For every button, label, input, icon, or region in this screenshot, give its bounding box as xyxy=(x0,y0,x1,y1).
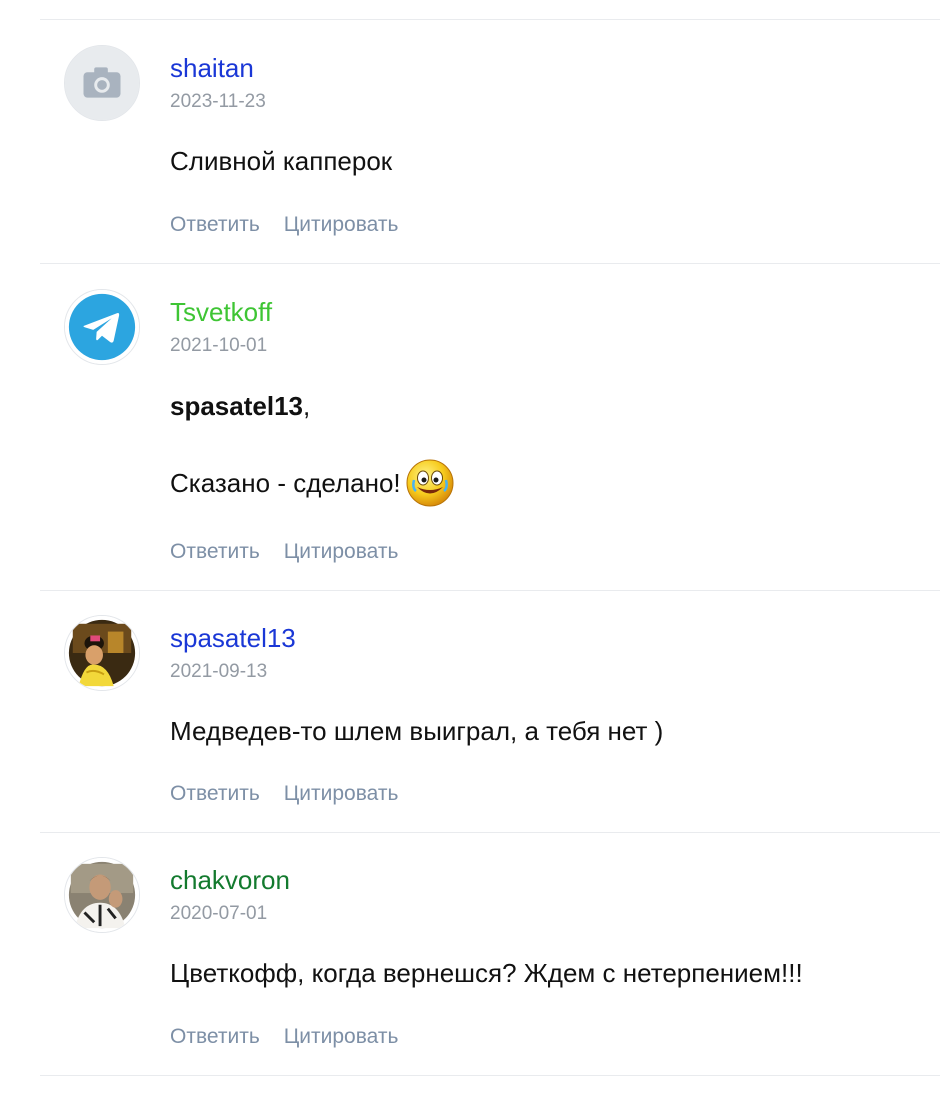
telegram-icon xyxy=(65,290,139,364)
user-photo-avatar xyxy=(65,858,139,932)
mention-suffix: , xyxy=(302,391,311,421)
author-link[interactable]: chakvoron xyxy=(170,865,290,895)
comments-list: shaitan 2023-11-23 Сливной капперок Отве… xyxy=(0,0,940,1093)
reply-button[interactable]: Ответить xyxy=(170,781,260,807)
quote-button[interactable]: Цитировать xyxy=(284,781,399,807)
quote-button[interactable]: Цитировать xyxy=(284,212,399,238)
reply-button[interactable]: Ответить xyxy=(170,1024,260,1050)
comment-date: 2023-11-23 xyxy=(170,91,266,112)
mention-username[interactable]: spasatel13 xyxy=(170,391,303,421)
comment-date: 2020-07-01 xyxy=(170,903,268,924)
comment-text: Сливной капперок xyxy=(170,146,393,176)
divider xyxy=(40,832,940,833)
comment-date: 2021-10-01 xyxy=(170,335,268,356)
author-link[interactable]: spasatel13 xyxy=(170,623,296,653)
comment-actions: Ответить Цитировать xyxy=(170,212,422,238)
comment-actions: Ответить Цитировать xyxy=(170,1024,422,1050)
divider xyxy=(40,590,940,591)
mention-line: spasatel13, xyxy=(170,390,310,422)
avatar[interactable] xyxy=(64,857,140,933)
camera-placeholder-icon xyxy=(65,46,139,120)
quote-button[interactable]: Цитировать xyxy=(284,539,399,565)
avatar[interactable] xyxy=(64,45,140,121)
user-photo-avatar xyxy=(65,616,139,690)
author-link[interactable]: Tsvetkoff xyxy=(170,297,272,327)
comment-actions: Ответить Цитировать xyxy=(170,539,422,565)
avatar[interactable] xyxy=(64,615,140,691)
laughing-smiley-icon xyxy=(405,458,455,508)
reply-button[interactable]: Ответить xyxy=(170,212,260,238)
comment-actions: Ответить Цитировать xyxy=(170,781,422,807)
divider xyxy=(40,263,940,264)
comment-text: Медведев-то шлем выиграл, а тебя нет ) xyxy=(170,716,664,746)
avatar[interactable] xyxy=(64,289,140,365)
divider xyxy=(40,19,940,20)
quote-button[interactable]: Цитировать xyxy=(284,1024,399,1050)
comment-text-line: Сказано - сделано! xyxy=(170,458,455,510)
author-link[interactable]: shaitan xyxy=(170,53,254,83)
reply-button[interactable]: Ответить xyxy=(170,539,260,565)
comment-date: 2021-09-13 xyxy=(170,661,268,682)
divider xyxy=(40,1075,940,1076)
comment-text: Цветкофф, когда вернешся? Ждем с нетерпе… xyxy=(170,958,803,988)
comment-text: Сказано - сделано! xyxy=(170,467,401,498)
